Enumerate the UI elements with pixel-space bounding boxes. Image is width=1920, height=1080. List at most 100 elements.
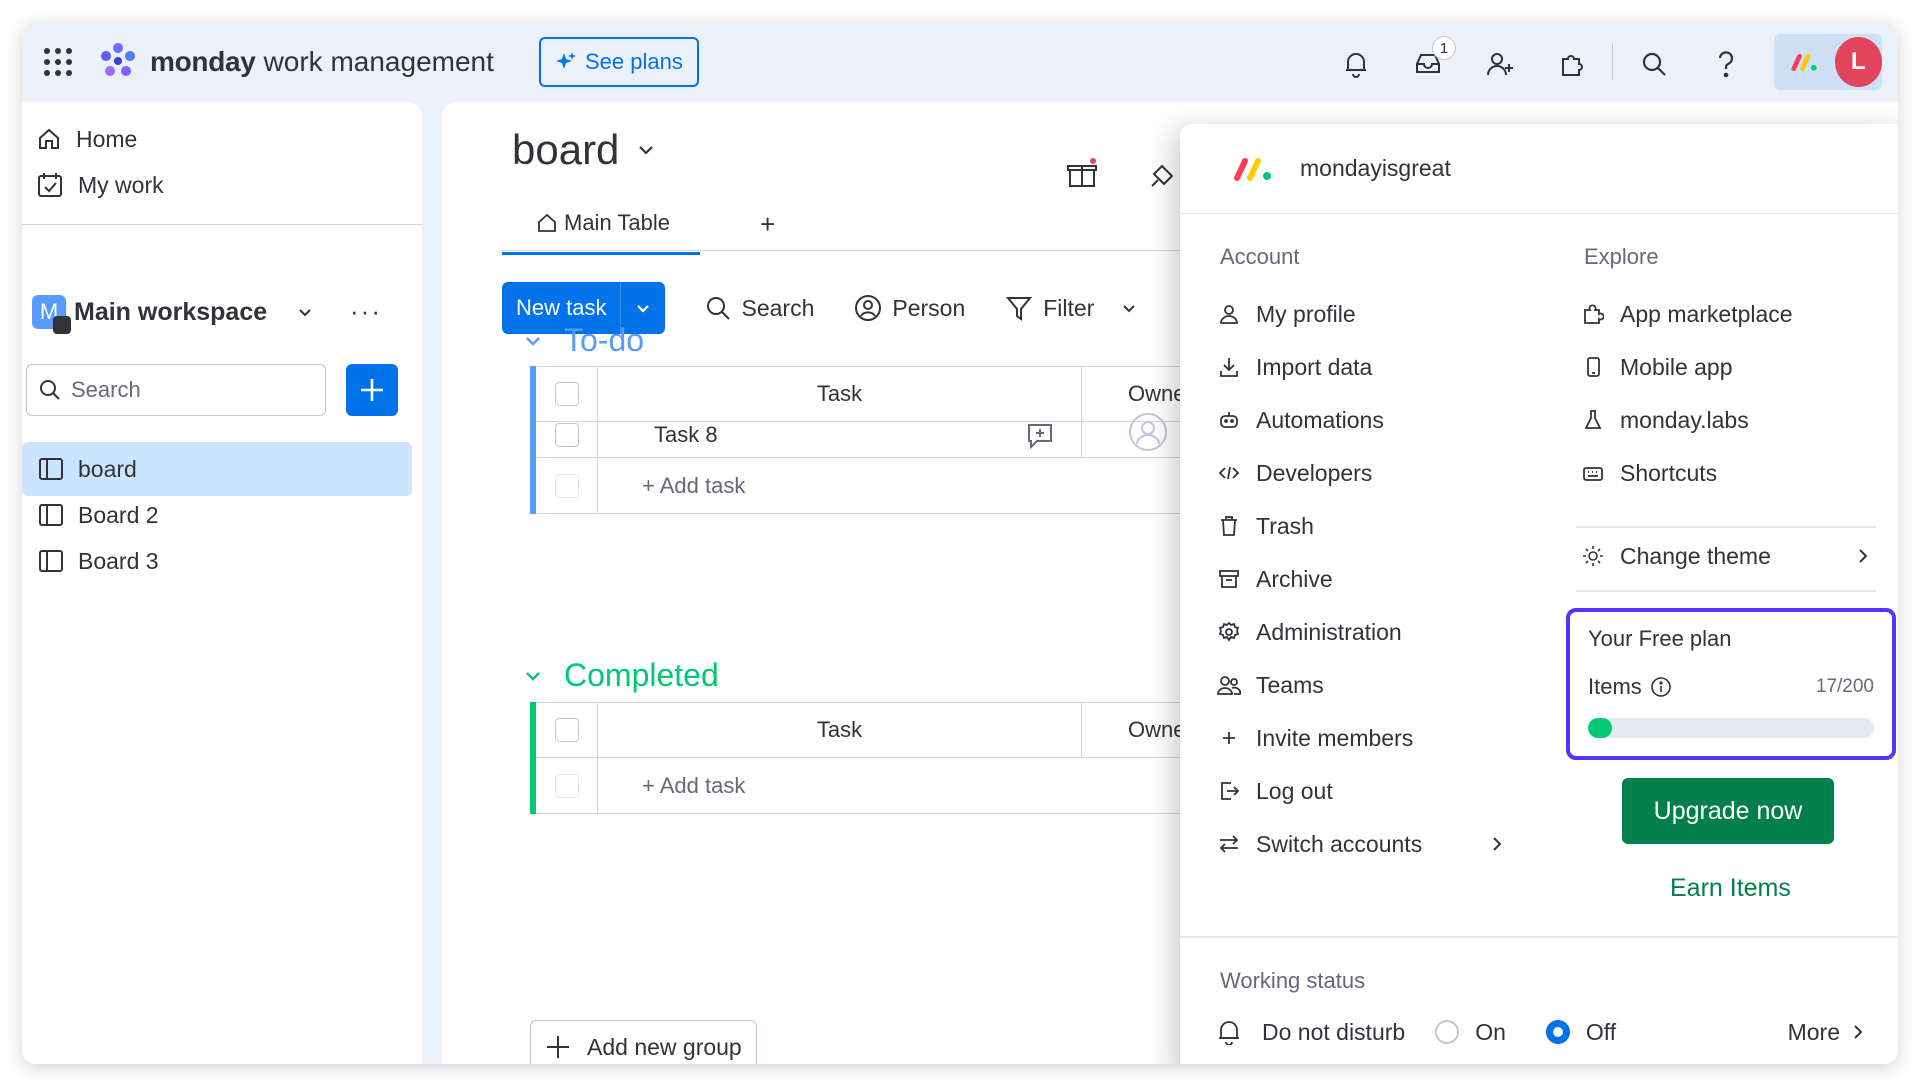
board-icon xyxy=(39,550,63,572)
sidebar-divider xyxy=(22,224,422,225)
home-label: Home xyxy=(76,125,138,152)
column-header-owner[interactable]: Owne xyxy=(1082,381,1185,407)
add-task-input[interactable]: + Add task xyxy=(598,773,745,799)
group-title[interactable]: To-do xyxy=(564,322,644,359)
team-icon xyxy=(1216,674,1242,696)
board-title[interactable]: board xyxy=(512,126,657,174)
bell-icon xyxy=(1219,1021,1239,1045)
menu-item-shortcuts[interactable]: Shortcuts xyxy=(1580,453,1717,493)
sidebar-item-my-work[interactable]: My work xyxy=(32,162,164,208)
inbox-icon[interactable]: 1 xyxy=(1406,36,1456,86)
puzzle-icon[interactable] xyxy=(1550,42,1594,86)
sidebar-item-home[interactable]: Home xyxy=(32,116,137,162)
gift-icon[interactable] xyxy=(1066,158,1098,195)
plan-progress-bar xyxy=(1588,718,1874,738)
earn-items-link[interactable]: Earn Items xyxy=(1670,874,1791,903)
add-new-group-button[interactable]: Add new group xyxy=(530,1020,757,1064)
board-icon xyxy=(39,504,63,526)
do-not-disturb-label: Do not disturb xyxy=(1262,1018,1406,1045)
sparkle-icon xyxy=(556,52,576,69)
task-name[interactable]: Task 8 xyxy=(654,422,718,448)
menu-item-invite-members[interactable]: Invite members xyxy=(1216,718,1413,758)
board-label: board xyxy=(78,455,137,482)
info-icon[interactable] xyxy=(1650,676,1672,698)
group-title[interactable]: Completed xyxy=(564,657,719,694)
chevron-down-icon xyxy=(639,146,654,155)
product-logo[interactable]: monday work management xyxy=(96,36,494,88)
menu-item-mobile-app[interactable]: Mobile app xyxy=(1580,347,1733,387)
see-plans-button[interactable]: See plans xyxy=(539,37,699,87)
row-checkbox-disabled xyxy=(536,758,598,813)
brand-name: monday xyxy=(150,46,256,77)
select-all-checkbox[interactable] xyxy=(536,703,598,757)
integrate-icon[interactable] xyxy=(1148,160,1178,195)
menu-item-label: Mobile app xyxy=(1620,353,1733,380)
menu-item-log-out[interactable]: Log out xyxy=(1216,771,1333,811)
tab-main-table[interactable]: Main Table xyxy=(502,202,700,255)
menu-item-label: Import data xyxy=(1256,353,1373,380)
menu-item-label: App marketplace xyxy=(1620,300,1793,327)
menu-item-import-data[interactable]: Import data xyxy=(1216,347,1372,387)
person-filter-button[interactable]: Person xyxy=(854,294,965,322)
add-group-label: Add new group xyxy=(587,1033,742,1060)
plus-icon xyxy=(361,379,383,401)
workspace-more-button[interactable]: ··· xyxy=(350,296,382,327)
help-icon[interactable] xyxy=(1704,42,1748,86)
dnd-off-label[interactable]: Off xyxy=(1586,1019,1616,1046)
download-icon xyxy=(1216,356,1242,378)
monday-logo-icon xyxy=(1234,157,1271,181)
column-header-owner[interactable]: Owne xyxy=(1082,717,1185,743)
dnd-on-radio[interactable] xyxy=(1435,1020,1460,1044)
tab-main-table-label: Main Table xyxy=(564,210,670,235)
menu-item-administration[interactable]: Administration xyxy=(1216,612,1402,652)
menu-item-monday-labs[interactable]: monday.labs xyxy=(1580,400,1749,440)
menu-item-developers[interactable]: Developers xyxy=(1216,453,1372,493)
workspace-selector[interactable]: M Main workspace ··· xyxy=(32,282,412,342)
home-icon xyxy=(538,213,556,232)
invite-user-icon[interactable] xyxy=(1478,42,1522,86)
avatar[interactable]: L xyxy=(1834,37,1882,87)
menu-item-my-profile[interactable]: My profile xyxy=(1216,294,1356,334)
menu-item-label: Trash xyxy=(1256,512,1314,539)
inbox-count-badge: 1 xyxy=(1432,36,1456,60)
add-view-button[interactable]: + xyxy=(760,209,775,240)
row-checkbox[interactable] xyxy=(536,412,598,457)
add-task-input[interactable]: + Add task xyxy=(598,473,745,499)
menu-item-teams[interactable]: Teams xyxy=(1216,665,1324,705)
bell-icon[interactable] xyxy=(1334,42,1378,86)
menu-divider xyxy=(1576,526,1876,528)
see-plans-label: See plans xyxy=(585,49,683,74)
add-board-button[interactable] xyxy=(346,364,398,416)
filter-button[interactable]: Filter xyxy=(1005,294,1138,322)
column-header-task[interactable]: Task xyxy=(598,703,1082,757)
upgrade-now-button[interactable]: Upgrade now xyxy=(1622,778,1834,844)
dnd-off-radio[interactable] xyxy=(1545,1020,1570,1044)
menu-divider xyxy=(1576,590,1876,592)
person-circle-icon xyxy=(855,295,882,321)
plan-progress-fill xyxy=(1588,718,1613,738)
account-button[interactable]: L xyxy=(1774,34,1882,90)
group-header-todo[interactable]: To-do xyxy=(522,322,644,359)
plus-icon xyxy=(1216,729,1242,747)
sidebar-search-input[interactable]: Search xyxy=(26,364,326,416)
filter-label: Filter xyxy=(1043,294,1095,321)
menu-item-automations[interactable]: Automations xyxy=(1216,400,1384,440)
search-button[interactable]: Search xyxy=(705,295,814,322)
menu-item-archive[interactable]: Archive xyxy=(1216,559,1333,599)
dnd-on-label[interactable]: On xyxy=(1475,1019,1506,1046)
group-header-completed[interactable]: Completed xyxy=(522,657,719,694)
menu-item-change-theme[interactable]: Change theme xyxy=(1580,536,1872,576)
app-switcher-icon[interactable] xyxy=(34,42,82,82)
board-tabs: Main Table + xyxy=(502,202,775,255)
add-update-icon[interactable] xyxy=(1025,421,1055,449)
status-more-button[interactable]: More xyxy=(1788,1019,1866,1046)
menu-item-app-marketplace[interactable]: App marketplace xyxy=(1580,294,1793,334)
search-icon[interactable] xyxy=(1632,42,1676,86)
menu-item-trash[interactable]: Trash xyxy=(1216,506,1314,546)
sun-icon xyxy=(1580,545,1606,567)
sidebar-board-item[interactable]: Board 3 xyxy=(22,534,412,588)
monday-logo-icon xyxy=(1791,53,1817,72)
menu-item-switch-accounts[interactable]: Switch accounts xyxy=(1216,824,1506,864)
task-cell[interactable]: Task 8 xyxy=(598,412,1082,457)
owner-cell[interactable] xyxy=(1082,412,1168,458)
